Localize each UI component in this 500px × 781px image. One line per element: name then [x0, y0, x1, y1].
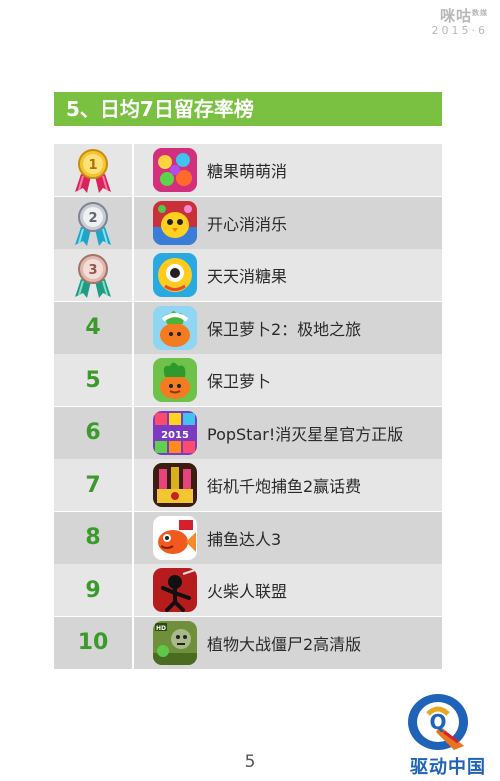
app-name: 街机千炮捕鱼2赢话费	[207, 477, 362, 497]
table-row[interactable]: 10 HD 植物大战僵尸2高清版	[54, 616, 442, 669]
chick-icon	[153, 200, 197, 245]
silver-medal-icon: 2	[75, 201, 111, 246]
rank-number: 6	[85, 420, 101, 446]
app-cell: 保卫萝卜	[134, 354, 442, 406]
watermark-text: 驱动中国	[410, 757, 486, 778]
table-row[interactable]: 2 开心消消乐	[54, 196, 442, 249]
medal-rank: 3	[88, 263, 97, 278]
app-cell: 开心消消乐	[134, 197, 442, 249]
rank-number: 7	[85, 472, 101, 498]
candy-icon	[153, 148, 197, 192]
rank-number: 8	[85, 525, 101, 551]
rank-cell: 1	[54, 144, 134, 196]
candy-eye-icon	[153, 253, 197, 298]
carrot-snow-icon	[153, 305, 197, 350]
rank-cell: 7	[54, 459, 134, 512]
app-cell: 2015 PopStar!消灭星星官方正版	[134, 407, 442, 459]
rank-cell: 10	[54, 616, 134, 669]
qudong-logo-letter: Q	[429, 710, 446, 734]
medal-rank: 2	[88, 211, 97, 226]
medal-rank: 1	[88, 158, 97, 173]
zombie-icon: HD	[153, 620, 197, 665]
bronze-medal-icon: 3	[75, 254, 111, 299]
table-row[interactable]: 4 保卫萝卜2：极地之旅	[54, 301, 442, 354]
rank-cell: 8	[54, 511, 134, 564]
brand-date: 2015·6	[431, 24, 488, 37]
app-cell: 天天消糖果	[134, 249, 442, 301]
app-cell: 捕鱼达人3	[134, 512, 442, 564]
migu-logo: 咪咕数媒	[432, 4, 489, 25]
table-row[interactable]: 8 捕鱼达人3	[54, 511, 442, 564]
rank-cell: 2	[54, 196, 134, 249]
rank-cell: 5	[54, 354, 134, 407]
fishing-cannon-icon	[153, 463, 197, 508]
app-cell: 火柴人联盟	[134, 564, 442, 616]
rank-number: 10	[77, 630, 109, 656]
table-row[interactable]: 5 保卫萝卜	[54, 354, 442, 407]
app-cell: HD 植物大战僵尸2高清版	[134, 617, 442, 669]
table-row[interactable]: 1 糖果萌萌消	[54, 144, 442, 196]
app-name: 植物大战僵尸2高清版	[207, 634, 362, 654]
rank-cell: 6	[54, 406, 134, 459]
rank-cell: 4	[54, 301, 134, 354]
app-name: PopStar!消灭星星官方正版	[207, 424, 404, 444]
rank-number: 5	[85, 367, 101, 393]
app-name: 天天消糖果	[207, 267, 288, 287]
svg-text:2015: 2015	[161, 430, 189, 441]
app-cell: 街机千炮捕鱼2赢话费	[134, 459, 442, 511]
app-name: 保卫萝卜2：极地之旅	[207, 319, 362, 339]
table-row[interactable]: 7 街机千炮捕鱼2赢话费	[54, 459, 442, 512]
goldfish-icon	[153, 515, 197, 560]
app-name: 糖果萌萌消	[207, 162, 288, 181]
svg-text:HD: HD	[156, 625, 166, 632]
stickman-icon	[153, 568, 197, 613]
table-row[interactable]: 6 2015 PopStar!消灭星星官方正版	[54, 406, 442, 459]
table-row[interactable]: 3 天天消糖果	[54, 249, 442, 302]
carrot-icon	[153, 358, 197, 403]
table-row[interactable]: 9 火柴人联盟	[54, 564, 442, 617]
rank-number: 9	[85, 577, 101, 603]
qudong-logo-icon: Q	[408, 694, 468, 750]
app-cell: 保卫萝卜2：极地之旅	[134, 302, 442, 354]
brand-logo-text: 咪咕	[439, 7, 472, 25]
app-name: 火柴人联盟	[207, 582, 288, 602]
brand-header: 咪咕数媒 2015·6	[432, 4, 489, 37]
rank-cell: 3	[54, 249, 134, 302]
rank-cell: 9	[54, 564, 134, 617]
section-title: 5、日均7日留存率榜	[54, 92, 442, 126]
rank-table: 1 糖果萌萌消 2 开心消消乐 3 天天消糖果 4 保卫萝卜2：极地之旅 5 保…	[54, 144, 442, 669]
app-cell: 糖果萌萌消	[134, 144, 442, 196]
app-name: 开心消消乐	[207, 214, 288, 234]
gold-medal-icon: 1	[75, 149, 111, 193]
popstar-icon: 2015	[153, 410, 197, 455]
brand-logo-sup: 数媒	[472, 9, 488, 17]
rank-number: 4	[85, 315, 101, 341]
app-name: 捕鱼达人3	[207, 529, 282, 549]
app-name: 保卫萝卜	[207, 372, 272, 392]
